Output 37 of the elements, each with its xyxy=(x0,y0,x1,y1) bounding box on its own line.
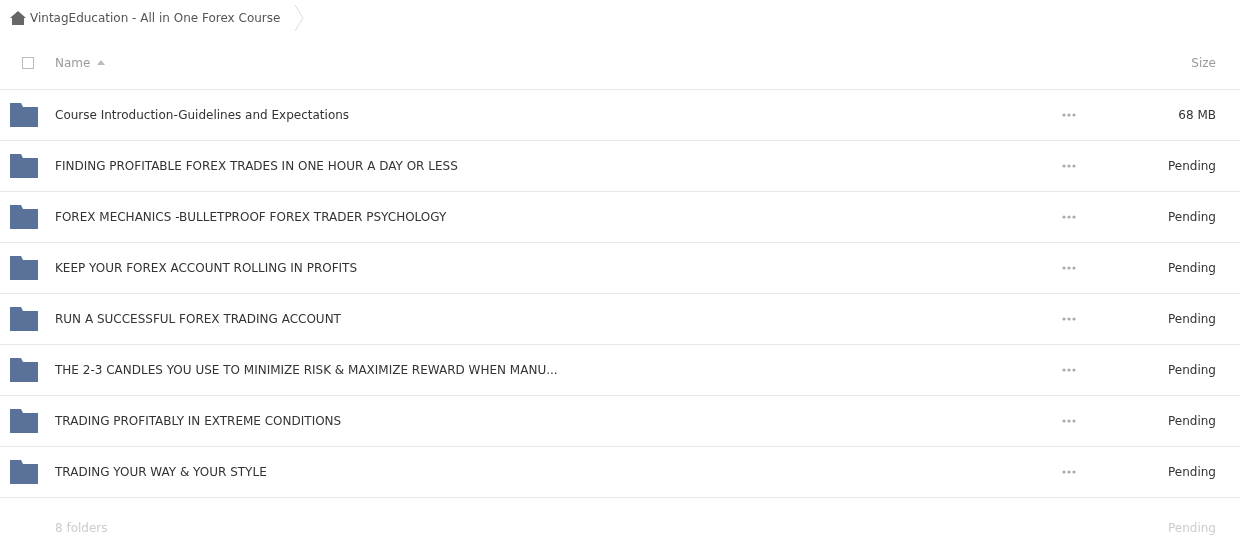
folder-size: Pending xyxy=(1167,464,1216,481)
folder-name[interactable]: TRADING YOUR WAY & YOUR STYLE xyxy=(55,463,267,481)
more-options-icon[interactable] xyxy=(1062,215,1076,219)
folder-name[interactable]: THE 2-3 CANDLES YOU USE TO MINIMIZE RISK & MAXIMIZE REWARD WHEN MANU... xyxy=(55,361,558,379)
folder-icon xyxy=(10,460,38,484)
folder-name[interactable]: KEEP YOUR FOREX ACCOUNT ROLLING IN PROFITS xyxy=(55,259,358,277)
home-icon[interactable] xyxy=(10,11,26,25)
folder-size: Pending xyxy=(1167,311,1216,328)
folder-icon xyxy=(10,358,38,382)
more-options-icon[interactable] xyxy=(1062,368,1076,372)
folder-size: Pending xyxy=(1167,260,1216,277)
breadcrumb-title[interactable]: VintagEducation - All in One Forex Course xyxy=(30,9,281,27)
folder-name[interactable]: FOREX MECHANICS -BULLETPROOF FOREX TRADER PSYCHOLOGY xyxy=(55,208,447,226)
folder-icon xyxy=(10,256,38,280)
sort-ascending-icon xyxy=(97,60,106,65)
folder-size: Pending xyxy=(1167,158,1216,175)
folder-name[interactable]: RUN A SUCCESSFUL FOREX TRADING ACCOUNT xyxy=(55,310,341,328)
folder-icon xyxy=(10,205,38,229)
more-options-icon[interactable] xyxy=(1062,419,1076,423)
folder-size: 68 MB xyxy=(1177,107,1216,124)
folder-icon xyxy=(10,409,38,433)
more-options-icon[interactable] xyxy=(1062,470,1076,474)
folder-size: Pending xyxy=(1167,209,1216,226)
more-options-icon[interactable] xyxy=(1062,317,1076,321)
folder-icon xyxy=(10,154,38,178)
more-options-icon[interactable] xyxy=(1062,113,1076,117)
folder-size: Pending xyxy=(1167,362,1216,379)
more-options-icon[interactable] xyxy=(1062,266,1076,270)
folder-name[interactable]: FINDING PROFITABLE FOREX TRADES IN ONE HOUR A DAY OR LESS xyxy=(55,157,458,175)
more-options-icon[interactable] xyxy=(1062,164,1076,168)
folder-icon xyxy=(10,307,38,331)
chevron-icon xyxy=(294,4,305,32)
folder-name[interactable]: Course Introduction-Guidelines and Expectations xyxy=(55,106,350,124)
folder-size: Pending xyxy=(1167,413,1216,430)
folder-icon xyxy=(10,103,38,127)
folder-name[interactable]: TRADING PROFITABLY IN EXTREME CONDITIONS xyxy=(55,412,342,430)
select-all-checkbox[interactable] xyxy=(21,56,34,69)
